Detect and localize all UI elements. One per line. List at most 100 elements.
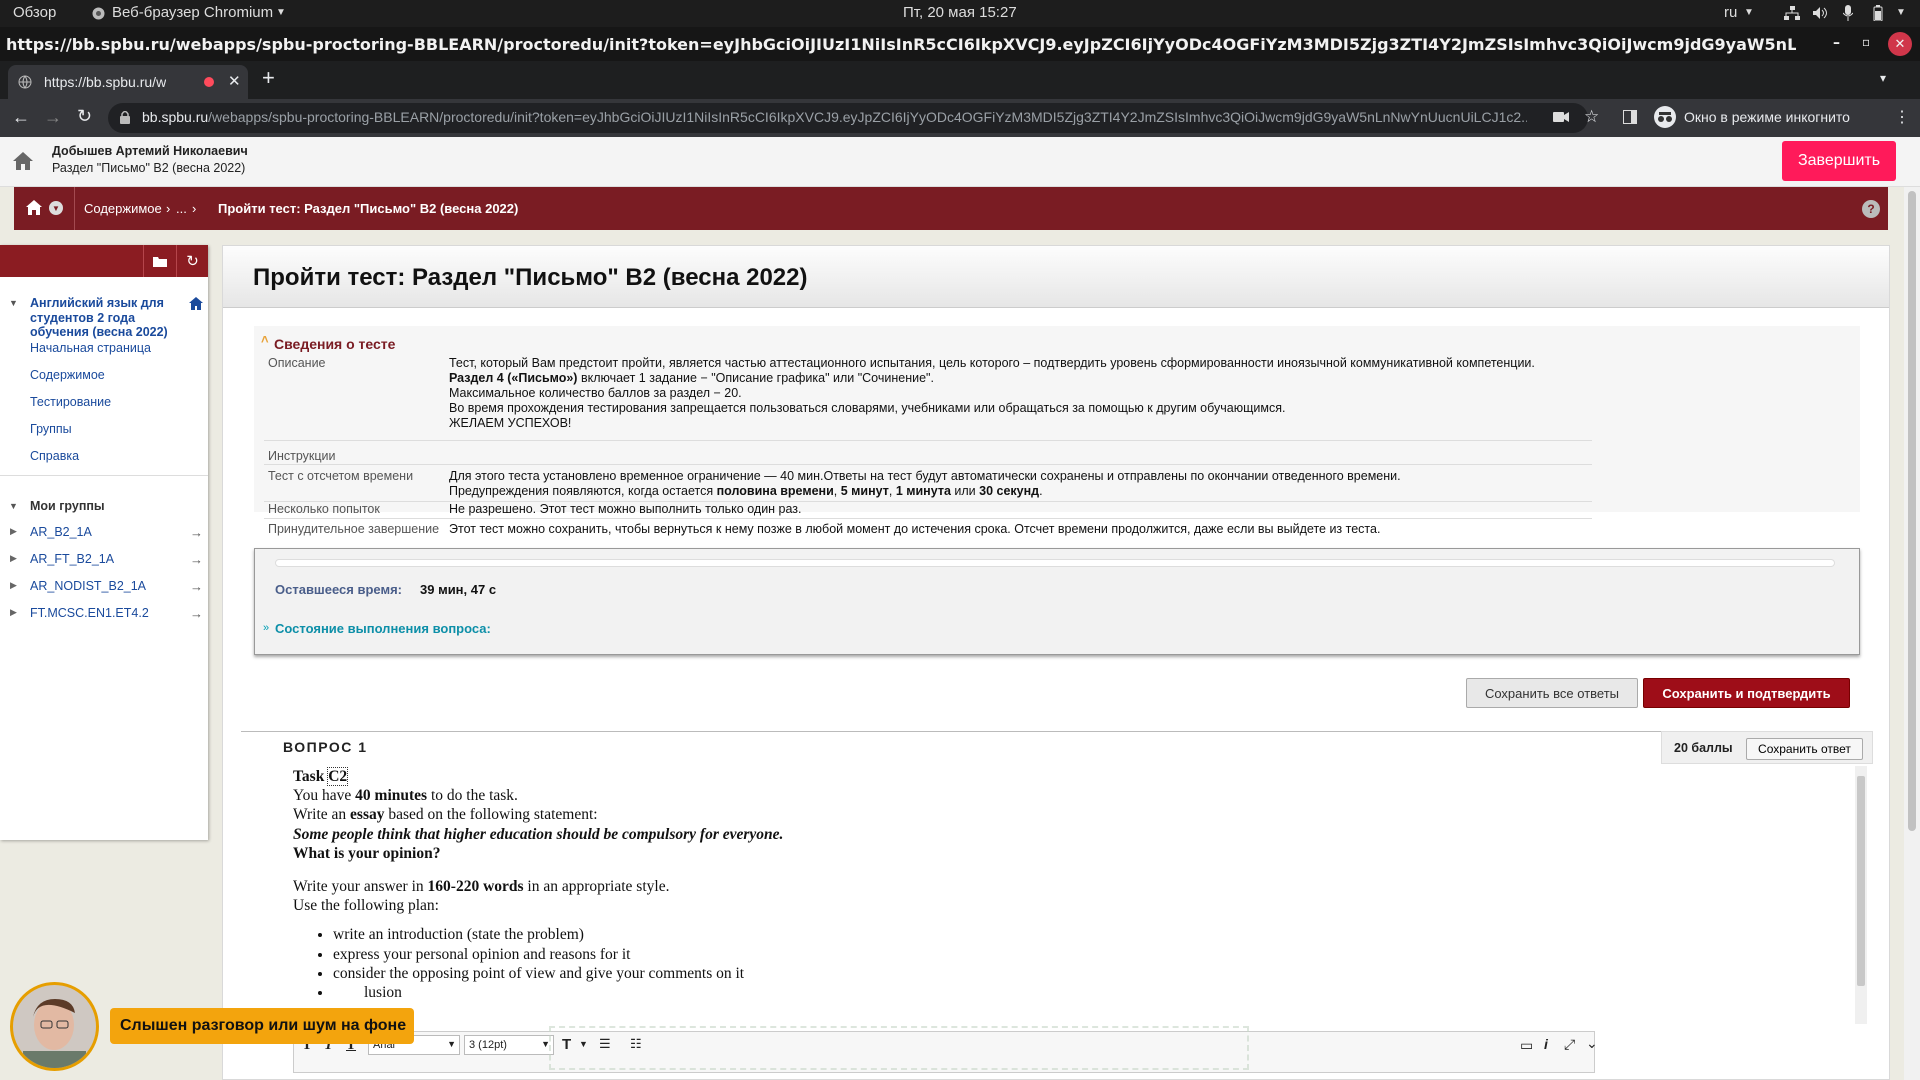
url-text: bb.spbu.ru/webapps/spbu-proctoring-BBLEA… bbox=[142, 109, 1527, 125]
incognito-icon[interactable] bbox=[1654, 106, 1676, 128]
course-sidebar: ↻ ▼ Английский язык для студентов 2 года… bbox=[0, 245, 208, 840]
collapse-toolbar-icon[interactable]: ⌄ bbox=[1586, 1035, 1598, 1052]
browser-toolbar: ← → ↻ bb.spbu.ru/webapps/spbu-proctoring… bbox=[0, 99, 1920, 137]
expand-triangle-icon[interactable]: ▶ bbox=[10, 580, 17, 591]
app-menu[interactable]: Веб-браузер Chromium bbox=[112, 4, 273, 21]
back-icon[interactable]: ← bbox=[12, 107, 30, 128]
breadcrumb-content-link[interactable]: Содержимое bbox=[84, 201, 162, 216]
battery-icon[interactable] bbox=[1873, 5, 1883, 21]
tab-strip: https://bb.spbu.ru/we ✕ + ▾ bbox=[0, 61, 1920, 99]
info-icon[interactable]: i bbox=[1544, 1036, 1548, 1052]
activities-button[interactable]: Обзор bbox=[13, 4, 56, 21]
divider bbox=[241, 731, 1873, 732]
course-title[interactable]: Английский язык для студентов 2 года обу… bbox=[30, 296, 178, 340]
sidebar-link-home[interactable]: Начальная страница bbox=[30, 341, 151, 355]
arrow-right-icon[interactable]: → bbox=[190, 579, 203, 594]
test-panel: Пройти тест: Раздел "Письмо" B2 (весна 2… bbox=[222, 245, 1890, 1080]
window-title: https://bb.spbu.ru/webapps/spbu-proctori… bbox=[6, 35, 1796, 54]
finish-button[interactable]: Завершить bbox=[1782, 141, 1896, 181]
save-answer-button[interactable]: Сохранить ответ bbox=[1746, 738, 1863, 760]
clock[interactable]: Пт, 20 мая 15:27 bbox=[903, 4, 1017, 21]
group-link[interactable]: AR_FT_B2_1A bbox=[30, 552, 114, 566]
divider bbox=[0, 475, 208, 476]
question-status-toggle[interactable]: Состояние выполнения вопроса: bbox=[275, 621, 491, 636]
fullscreen-icon[interactable]: ⤢ bbox=[1564, 1036, 1575, 1053]
page-scrollbar[interactable] bbox=[1904, 187, 1920, 1080]
side-panel-icon[interactable] bbox=[1623, 110, 1637, 124]
chevron-down-icon[interactable]: ▼ bbox=[1896, 7, 1906, 18]
expand-triangle-icon[interactable]: ▶ bbox=[10, 607, 17, 618]
volume-icon[interactable] bbox=[1812, 6, 1828, 20]
sidebar-link-help[interactable]: Справка bbox=[30, 449, 79, 463]
sidebar-link-testing[interactable]: Тестирование bbox=[30, 395, 111, 409]
help-icon[interactable]: ? bbox=[1862, 200, 1880, 218]
network-icon[interactable] bbox=[1784, 6, 1800, 20]
expand-triangle-icon[interactable]: ▶ bbox=[10, 526, 17, 537]
remaining-time-label: Оставшееся время: bbox=[275, 582, 403, 597]
folder-icon[interactable] bbox=[143, 245, 175, 277]
collapse-chevron-icon[interactable]: ˄ bbox=[261, 332, 269, 347]
screen-artifact bbox=[549, 1026, 1249, 1070]
new-tab-icon[interactable]: + bbox=[262, 65, 275, 91]
microphone-icon[interactable] bbox=[1843, 5, 1853, 21]
recording-indicator-icon bbox=[204, 77, 214, 87]
group-link[interactable]: FT.MCSC.EN1.ET4.2 bbox=[30, 606, 149, 620]
browser-tab[interactable]: https://bb.spbu.ru/we ✕ bbox=[8, 65, 248, 99]
proctoring-header: Добышев Артемий Николаевич Раздел "Письм… bbox=[0, 137, 1920, 187]
my-groups-title: Мои группы bbox=[30, 499, 105, 513]
group-link[interactable]: AR_NODIST_B2_1A bbox=[30, 579, 146, 593]
camera-icon[interactable] bbox=[1553, 111, 1569, 123]
plan-item: lusion bbox=[333, 983, 1585, 1002]
expand-triangle-icon[interactable]: ▶ bbox=[10, 553, 17, 564]
label-timed: Тест с отсчетом времени bbox=[268, 469, 414, 483]
home-icon[interactable] bbox=[12, 151, 34, 171]
sidebar-link-content[interactable]: Содержимое bbox=[30, 368, 105, 382]
collapse-triangle-icon[interactable]: ▼ bbox=[9, 298, 18, 308]
window-titlebar: https://bb.spbu.ru/webapps/spbu-proctori… bbox=[0, 27, 1920, 61]
question-scrollbar[interactable] bbox=[1855, 766, 1867, 1024]
breadcrumb-divider bbox=[74, 187, 75, 230]
maximize-icon[interactable]: ▫ bbox=[1862, 35, 1870, 49]
refresh-icon[interactable]: ↻ bbox=[176, 245, 208, 277]
close-window-icon[interactable]: ✕ bbox=[1888, 32, 1912, 56]
collapse-triangle-icon[interactable]: ▼ bbox=[9, 501, 18, 511]
page-title: Пройти тест: Раздел "Письмо" B2 (весна 2… bbox=[253, 264, 808, 291]
forward-icon[interactable]: → bbox=[44, 107, 62, 128]
label-description: Описание bbox=[268, 356, 326, 370]
save-submit-button[interactable]: Сохранить и подтвердить bbox=[1643, 678, 1850, 708]
reload-icon[interactable]: ↻ bbox=[77, 106, 92, 127]
save-all-button[interactable]: Сохранить все ответы bbox=[1466, 678, 1638, 708]
arrow-right-icon[interactable]: → bbox=[190, 525, 203, 540]
info-title[interactable]: Сведения о тесте bbox=[274, 336, 395, 352]
tab-search-icon[interactable]: ▾ bbox=[1880, 71, 1886, 85]
close-tab-icon[interactable]: ✕ bbox=[228, 72, 241, 90]
divider bbox=[264, 464, 1592, 465]
minimize-icon[interactable]: – bbox=[1833, 35, 1840, 51]
description-text: Тест, который Вам предстоит пройти, явля… bbox=[449, 356, 1535, 430]
sidebar-toolbar: ↻ bbox=[0, 245, 208, 277]
chevron-down-icon: ▼ bbox=[276, 7, 286, 18]
home-icon[interactable] bbox=[26, 200, 42, 215]
bookmark-star-icon[interactable]: ☆ bbox=[1584, 107, 1599, 127]
expand-chevron-icon[interactable]: » bbox=[263, 622, 269, 634]
arrow-right-icon[interactable]: → bbox=[190, 552, 203, 567]
arrow-right-icon[interactable]: → bbox=[190, 606, 203, 621]
breadcrumb-ellipsis[interactable]: ... bbox=[176, 201, 187, 216]
chevron-down-icon[interactable]: ▼ bbox=[49, 201, 63, 215]
sidebar-link-groups[interactable]: Группы bbox=[30, 422, 72, 436]
incognito-label[interactable]: Окно в режиме инкогнито bbox=[1684, 109, 1850, 125]
home-icon[interactable] bbox=[189, 297, 203, 310]
webcam-avatar bbox=[10, 982, 99, 1071]
font-size-select[interactable]: 3 (12pt) ▼ bbox=[464, 1035, 554, 1055]
remaining-time-value: 39 мин, 47 с bbox=[420, 582, 497, 597]
timer-box: Оставшееся время: 39 мин, 47 с » Состоян… bbox=[254, 548, 1860, 655]
browser-menu-icon[interactable]: ⋮ bbox=[1894, 107, 1910, 127]
points-value: 20 баллы bbox=[1674, 741, 1733, 755]
lock-icon[interactable] bbox=[120, 111, 130, 124]
answer-editor-toolbar: T T T Arial ▼ 3 (12pt) ▼ T ▼ ☰ ☷ ▭ i ⤢ ⌄ bbox=[293, 1026, 1598, 1073]
preview-icon[interactable]: ▭ bbox=[1520, 1037, 1533, 1054]
language-indicator[interactable]: ru bbox=[1724, 4, 1737, 21]
attempts-text: Не разрешено. Этот тест можно выполнить … bbox=[449, 502, 802, 516]
group-link[interactable]: AR_B2_1A bbox=[30, 525, 92, 539]
address-bar[interactable]: bb.spbu.ru/webapps/spbu-proctoring-BBLEA… bbox=[108, 103, 1599, 133]
